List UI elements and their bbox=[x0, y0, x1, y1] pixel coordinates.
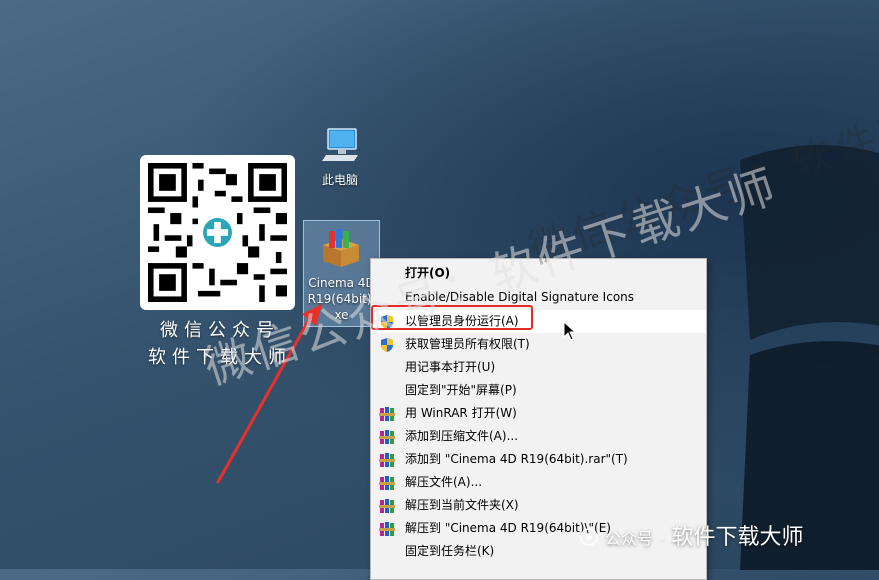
context-menu-item[interactable]: 解压文件(A)... bbox=[371, 471, 706, 494]
desktop-icon-label: 此电脑 bbox=[321, 173, 358, 187]
context-menu-item-label: 固定到任务栏(K) bbox=[405, 544, 495, 558]
context-menu-item-label: 添加到压缩文件(A)... bbox=[405, 429, 519, 443]
context-menu-item-label: 用 WinRAR 打开(W) bbox=[405, 406, 517, 420]
context-menu-item[interactable]: 获取管理员所有权限(T) bbox=[371, 333, 706, 356]
brand-name: 软件下载大师 bbox=[671, 525, 804, 550]
brand-prefix: 公众号 bbox=[605, 529, 654, 548]
context-menu-item-label: 解压到当前文件夹(X) bbox=[405, 498, 519, 512]
context-menu-item-label: 用记事本打开(U) bbox=[405, 360, 496, 374]
context-menu-item[interactable]: 用记事本打开(U) bbox=[371, 356, 706, 379]
context-menu-item[interactable]: 固定到"开始"屏幕(P) bbox=[371, 379, 706, 402]
desktop-icon-this-pc[interactable]: 此电脑 bbox=[312, 125, 368, 188]
context-menu-item-label: 固定到"开始"屏幕(P) bbox=[405, 383, 517, 397]
context-menu-item[interactable]: 添加到压缩文件(A)... bbox=[371, 425, 706, 448]
context-menu-item-label: 获取管理员所有权限(T) bbox=[405, 337, 530, 351]
winrar-icon bbox=[379, 499, 395, 513]
winrar-icon bbox=[379, 407, 395, 421]
brand-watermark: 公众号 · 软件下载大师 bbox=[580, 519, 803, 551]
brand-separator: · bbox=[660, 532, 665, 548]
installer-box-icon bbox=[323, 229, 359, 267]
computer-icon bbox=[322, 128, 358, 161]
mouse-cursor-icon bbox=[563, 321, 577, 341]
context-menu-item[interactable]: 添加到 "Cinema 4D R19(64bit).rar"(T) bbox=[371, 448, 706, 471]
context-menu-item[interactable]: 解压到当前文件夹(X) bbox=[371, 494, 706, 517]
wechat-channel-icon bbox=[580, 528, 598, 546]
winrar-icon bbox=[379, 522, 395, 536]
qr-code-card bbox=[140, 155, 295, 310]
context-menu-item-label: 添加到 "Cinema 4D R19(64bit).rar"(T) bbox=[405, 452, 628, 466]
winrar-icon bbox=[379, 476, 395, 490]
context-menu-item-label: 解压文件(A)... bbox=[405, 475, 483, 489]
winrar-icon bbox=[379, 453, 395, 467]
winrar-icon bbox=[379, 430, 395, 444]
qr-code-icon bbox=[148, 163, 287, 302]
context-menu-item[interactable]: 用 WinRAR 打开(W) bbox=[371, 402, 706, 425]
